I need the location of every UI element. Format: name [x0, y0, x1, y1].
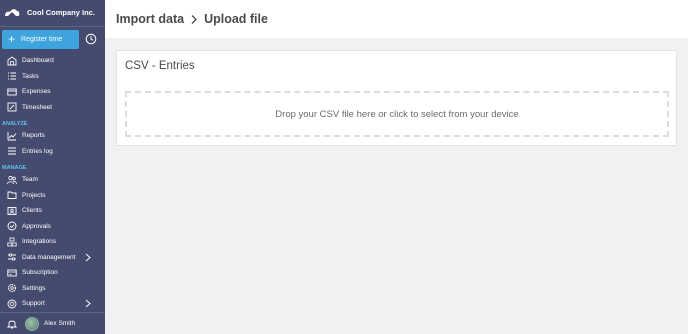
- company-name: Cool Company Inc.: [27, 7, 95, 17]
- sidebar-item-clients[interactable]: Clients: [0, 203, 105, 219]
- sidebar-item-integrations[interactable]: Integrations: [0, 234, 105, 250]
- sidebar-item-subscription[interactable]: Subscription: [0, 265, 105, 281]
- sidebar-item-label: Support: [22, 300, 45, 308]
- clients-icon: [7, 206, 17, 215]
- sidebar-item-label: Tasks: [22, 72, 39, 80]
- sidebar-item-label: Team: [22, 176, 38, 184]
- sidebar-item-approvals[interactable]: Approvals: [0, 219, 105, 235]
- sidebar-item-label: Subscription: [22, 269, 58, 277]
- gear-icon: [7, 284, 17, 293]
- sidebar-item-label: Entries log: [22, 147, 53, 155]
- timesheet-icon: [7, 102, 17, 112]
- data-management-icon: [8, 253, 16, 261]
- sidebar-item-settings[interactable]: Settings: [0, 281, 105, 297]
- sidebar-item-tasks[interactable]: Tasks: [0, 69, 105, 85]
- chevron-right-icon: [85, 299, 91, 308]
- sidebar-item-label: Timesheet: [22, 103, 53, 111]
- sidebar-nav: Dashboard Tasks Expenses Timesheet ANALY…: [0, 53, 105, 312]
- sidebar-item-label: Expenses: [22, 88, 51, 96]
- sidebar-item-label: Approvals: [22, 222, 51, 230]
- sidebar-item-label: Projects: [22, 191, 46, 199]
- dashboard-icon: [7, 56, 17, 66]
- page-header: Import data Upload file: [105, 0, 688, 38]
- sidebar-item-label: Clients: [22, 207, 42, 215]
- avatar[interactable]: [25, 316, 39, 331]
- register-time-label: Register time: [21, 35, 63, 43]
- sidebar-item-dashboard[interactable]: Dashboard: [0, 53, 105, 69]
- sidebar-item-label: Reports: [22, 132, 45, 140]
- divider: [0, 26, 105, 27]
- chevron-right-icon: [85, 253, 91, 261]
- card-title: CSV - Entries: [125, 60, 195, 72]
- clock-icon[interactable]: [85, 33, 97, 45]
- register-row: + Register time: [2, 29, 103, 49]
- sidebar-item-support[interactable]: Support: [0, 296, 105, 312]
- sidebar-item-label: Settings: [22, 284, 46, 292]
- subscription-icon: [7, 269, 17, 277]
- csv-dropzone[interactable]: Drop your CSV file here or click to sele…: [125, 91, 669, 137]
- page-title: Upload file: [204, 12, 268, 26]
- dropzone-text: Drop your CSV file here or click to sele…: [275, 108, 519, 120]
- expenses-icon: [7, 88, 17, 96]
- projects-icon: [7, 191, 17, 200]
- plus-icon: +: [8, 32, 16, 46]
- integrations-icon: [7, 237, 17, 247]
- sidebar-item-reports[interactable]: Reports: [0, 128, 105, 144]
- user-name[interactable]: Alex Smith: [44, 320, 75, 327]
- section-label-analyze: ANALYZE: [2, 121, 28, 127]
- section-label-manage: MANAGE: [2, 165, 27, 171]
- sidebar-item-label: Data management: [22, 253, 76, 261]
- support-icon: [7, 299, 17, 309]
- entries-log-icon: [8, 147, 16, 155]
- sidebar-item-timesheet[interactable]: Timesheet: [0, 100, 105, 116]
- company-logo-icon: [5, 9, 20, 16]
- sidebar-item-expenses[interactable]: Expenses: [0, 84, 105, 100]
- sidebar-item-projects[interactable]: Projects: [0, 188, 105, 204]
- breadcrumb-import-data[interactable]: Import data: [116, 12, 184, 26]
- register-time-button[interactable]: + Register time: [2, 29, 79, 49]
- approvals-icon: [7, 221, 17, 231]
- sidebar-item-entries-log[interactable]: Entries log: [0, 144, 105, 160]
- sidebar-item-label: Integrations: [22, 238, 56, 246]
- sidebar-item-label: Dashboard: [22, 57, 54, 65]
- sidebar-footer: Alex Smith: [0, 312, 105, 334]
- brand[interactable]: Cool Company Inc.: [0, 0, 105, 24]
- bell-icon[interactable]: [7, 318, 17, 329]
- sidebar: Cool Company Inc. + Register time Dashbo…: [0, 0, 105, 334]
- reports-icon: [7, 131, 17, 141]
- sidebar-item-data-management[interactable]: Data management: [0, 250, 105, 266]
- sidebar-item-team[interactable]: Team: [0, 172, 105, 188]
- team-icon: [7, 175, 17, 184]
- tasks-icon: [8, 72, 16, 80]
- upload-card: CSV - Entries Drop your CSV file here or…: [116, 50, 677, 146]
- chevron-right-icon: [191, 14, 197, 24]
